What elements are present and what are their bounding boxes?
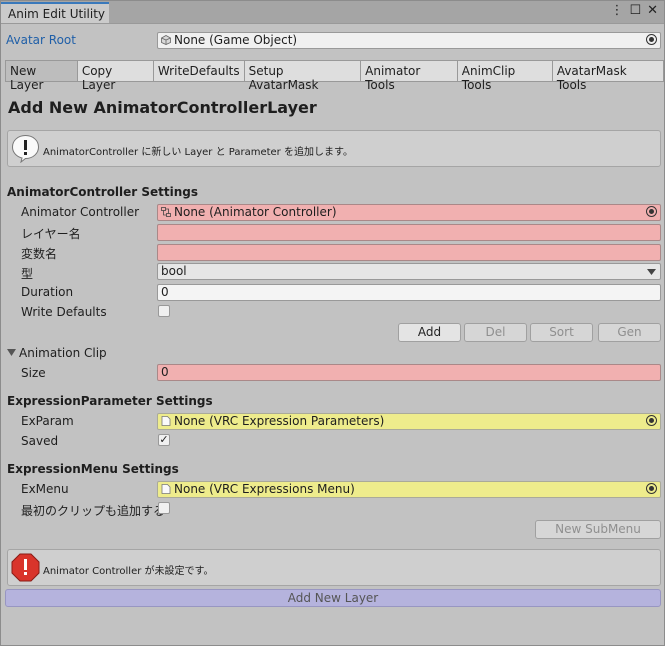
info-icon <box>11 134 40 163</box>
error-icon <box>11 553 40 582</box>
saved-label: Saved <box>21 434 59 448</box>
animator-controller-label: Animator Controller <box>21 205 140 219</box>
layer-name-label: レイヤー名 <box>21 227 81 241</box>
exparam-label: ExParam <box>21 414 74 428</box>
object-picker-icon[interactable] <box>646 206 657 217</box>
window-tab[interactable]: Anim Edit Utility <box>1 2 109 23</box>
object-picker-icon[interactable] <box>646 483 657 494</box>
del-button[interactable]: Del <box>464 323 527 342</box>
layer-name-input[interactable] <box>157 224 661 241</box>
info-box: AnimatorController に新しい Layer と Paramete… <box>7 130 661 167</box>
error-text: Animator Controller が未設定です。 <box>43 566 214 577</box>
size-label: Size <box>21 366 46 380</box>
asset-file-icon <box>161 416 171 426</box>
maximize-icon[interactable]: ☐ <box>629 3 641 18</box>
duration-input[interactable]: 0 <box>157 284 661 301</box>
write-defaults-label: Write Defaults <box>21 305 107 319</box>
tab-bar: New Layer Copy Layer WriteDefaults Setup… <box>5 60 665 92</box>
chevron-down-icon <box>647 269 656 275</box>
type-value: bool <box>161 264 187 278</box>
tab-new-layer[interactable]: New Layer <box>5 60 78 92</box>
expression-menu-title: ExpressionMenu Settings <box>7 462 179 476</box>
animator-controller-icon <box>161 207 171 217</box>
title-bar: Anim Edit Utility ⋮ ☐ ✕ <box>1 1 664 24</box>
tab-animator-tools[interactable]: Animator Tools <box>361 60 458 92</box>
type-label: 型 <box>21 267 34 281</box>
type-dropdown[interactable]: bool <box>157 263 661 280</box>
tab-copy-layer[interactable]: Copy Layer <box>77 60 154 92</box>
tab-setup-avatarmask[interactable]: Setup AvatarMask <box>244 60 362 92</box>
object-picker-icon[interactable] <box>646 34 657 45</box>
add-first-clip-label: 最初のクリップも追加する <box>21 504 166 518</box>
animation-clip-foldout[interactable]: Animation Clip <box>19 346 107 360</box>
page-title: Add New AnimatorControllerLayer <box>8 98 317 117</box>
exmenu-label: ExMenu <box>21 482 69 496</box>
tab-avatarmask-tools[interactable]: AvatarMask Tools <box>552 60 665 92</box>
close-icon[interactable]: ✕ <box>647 3 658 18</box>
duration-label: Duration <box>21 285 74 299</box>
animator-controller-value: None (Animator Controller) <box>174 205 337 219</box>
param-name-label: 変数名 <box>21 247 58 261</box>
object-picker-icon[interactable] <box>646 415 657 426</box>
error-box: Animator Controller が未設定です。 <box>7 549 661 586</box>
saved-checkbox[interactable]: ✓ <box>158 434 170 446</box>
exmenu-field[interactable]: None (VRC Expressions Menu) <box>157 481 661 498</box>
tab-animclip-tools[interactable]: AnimClip Tools <box>457 60 553 92</box>
expression-param-title: ExpressionParameter Settings <box>7 394 213 408</box>
foldout-arrow-icon[interactable] <box>7 349 16 356</box>
size-input[interactable]: 0 <box>157 364 661 381</box>
avatar-root-value: None (Game Object) <box>174 33 298 47</box>
param-name-input[interactable] <box>157 244 661 261</box>
gameobject-icon <box>161 35 171 45</box>
avatar-root-label: Avatar Root <box>6 33 76 47</box>
more-options-icon[interactable]: ⋮ <box>610 3 623 18</box>
controller-settings-title: AnimatorController Settings <box>7 185 199 199</box>
tab-write-defaults[interactable]: WriteDefaults <box>153 60 245 82</box>
exparam-field[interactable]: None (VRC Expression Parameters) <box>157 413 661 430</box>
exparam-value: None (VRC Expression Parameters) <box>174 414 385 428</box>
gen-button[interactable]: Gen <box>598 323 661 342</box>
add-first-clip-checkbox[interactable] <box>158 502 170 514</box>
sort-button[interactable]: Sort <box>530 323 593 342</box>
add-new-layer-button[interactable]: Add New Layer <box>5 589 661 607</box>
write-defaults-checkbox[interactable] <box>158 305 170 317</box>
animator-controller-field[interactable]: None (Animator Controller) <box>157 204 661 221</box>
editor-window: Anim Edit Utility ⋮ ☐ ✕ Avatar Root None… <box>0 0 665 646</box>
add-button[interactable]: Add <box>398 323 461 342</box>
asset-file-icon <box>161 484 171 494</box>
new-submenu-button[interactable]: New SubMenu <box>535 520 661 539</box>
info-text: AnimatorController に新しい Layer と Paramete… <box>43 147 353 158</box>
avatar-root-field[interactable]: None (Game Object) <box>157 32 661 49</box>
exmenu-value: None (VRC Expressions Menu) <box>174 482 355 496</box>
